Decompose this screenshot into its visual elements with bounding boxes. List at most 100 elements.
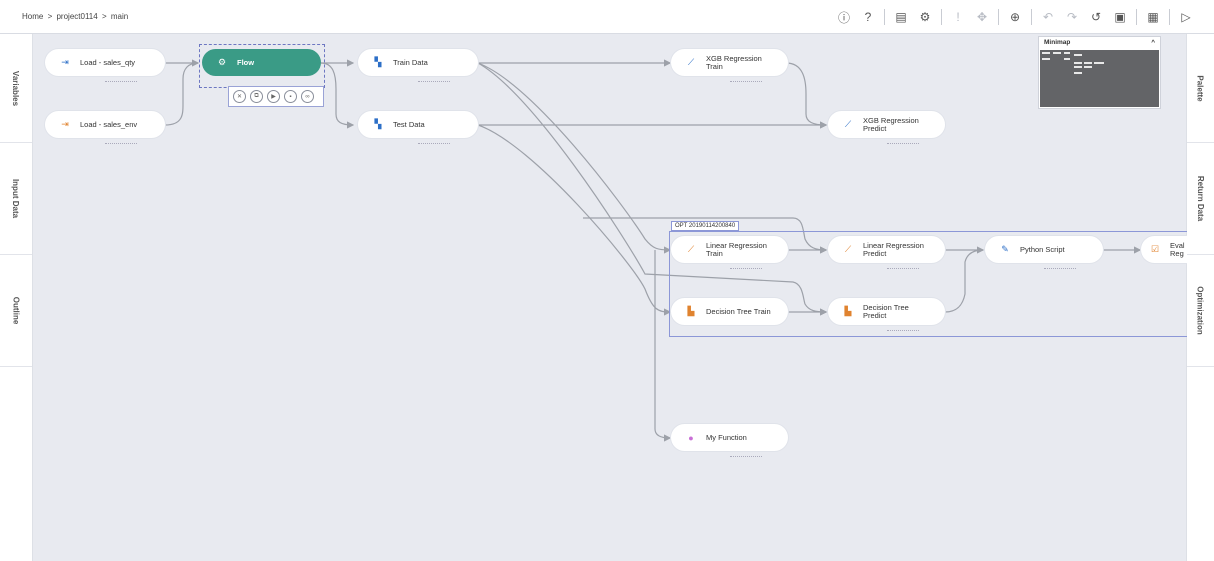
node-label: XGB Regression Train [706,55,762,70]
node-ports [105,143,137,144]
node-evaluate-regression[interactable]: ☑ Eval Reg [1141,236,1187,263]
node-label: Linear Regression Train [706,242,767,257]
edit-icon: ✎ [1001,244,1009,254]
calendar-icon[interactable]: ▦ [1141,8,1165,26]
tab-return-data[interactable]: Return Data [1187,142,1214,255]
validate-icon[interactable]: ! [946,8,970,26]
node-ports [418,143,450,144]
deploy-icon[interactable]: ⚙ [913,8,937,26]
minimap[interactable]: Minimap ^ [1038,36,1161,109]
optimization-group-label: OPT 20190114200840 [671,221,740,231]
breadcrumb-separator: > [47,12,53,21]
breadcrumb-home[interactable]: Home [22,12,43,21]
edge [320,62,355,129]
toolbar-divider [1136,9,1137,25]
minimap-node [1064,58,1070,60]
minimap-node [1053,52,1061,54]
minimap-node [1064,52,1070,54]
node-decision-tree-predict[interactable]: ▙ Decision Tree Predict [828,298,945,331]
edge [477,62,672,254]
breadcrumb-project[interactable]: project0114 [56,12,97,21]
split-icon: ▚ [374,57,382,67]
minimap-node [1084,62,1092,64]
node-label: Load - sales_env [80,119,138,129]
checklist-icon: ☑ [1150,244,1160,254]
delete-icon[interactable]: ✕ [233,90,246,103]
node-ports [1044,268,1076,269]
help-icon[interactable]: ? [856,8,880,26]
chart-icon: ⟋ [687,244,695,254]
info-icon[interactable]: ⓘ [832,8,856,26]
tab-input-data[interactable]: Input Data [0,142,32,255]
node-label: Decision Tree Predict [863,304,909,319]
tab-label: Outline [11,296,21,324]
minimap-node [1042,58,1050,60]
node-label-line: Train [706,61,723,71]
node-label: Eval Reg [1170,242,1185,257]
move-icon[interactable]: ✥ [970,8,994,26]
node-my-function[interactable]: ● My Function [671,424,788,457]
toolbar-divider [998,9,999,25]
minimap-viewport[interactable] [1040,50,1159,107]
zoom-icon[interactable]: ⊕ [1003,8,1027,26]
copy-icon[interactable]: ⧉ [250,90,263,103]
link-icon[interactable]: ∞ [301,90,314,103]
breadcrumb: Home > project0114 > main [22,12,130,21]
tab-label: Optimization [1196,285,1206,335]
node-label-line: Predict [863,310,887,320]
node-ports [886,143,919,144]
minimap-header: Minimap ^ [1039,37,1160,49]
node-label-line: Train [706,248,723,258]
tab-variables[interactable]: Variables [0,34,32,143]
import-icon: ⇥ [61,119,69,129]
node-train-data[interactable]: ▚ Train Data [358,49,478,82]
clipboard-icon[interactable]: ▣ [1108,8,1132,26]
tab-palette[interactable]: Palette [1187,34,1214,143]
node-xgb-regression-predict[interactable]: ⟋ XGB Regression Predict [828,111,945,144]
tab-label: Return Data [1196,175,1205,221]
node-ports [886,268,919,269]
node-label: Test Data [393,119,425,129]
node-label: Train Data [393,57,428,67]
node-ports [105,81,137,82]
toolbar-divider [941,9,942,25]
node-flow[interactable]: ⚙ Flow [202,49,321,76]
run-icon[interactable]: ▷ [1174,8,1198,26]
node-decision-tree-train[interactable]: ▙ Decision Tree Train [671,298,788,325]
node-label-line: Predict [863,248,887,258]
flow-canvas[interactable]: ⇥ Load - sales_qty ⇥ Load - sales_env ⚙ … [33,34,1187,561]
toolbar-divider [1031,9,1032,25]
user-icon: ● [688,432,694,443]
save-icon[interactable]: ▪ [284,90,297,103]
node-label-line: Reg [1170,248,1184,258]
undo-icon[interactable]: ↶ [1036,8,1060,26]
redo-icon[interactable]: ↷ [1060,8,1084,26]
chart-icon: ⟋ [687,57,695,67]
history-icon[interactable]: ↺ [1084,8,1108,26]
minimap-node [1074,66,1082,68]
node-label-line: Predict [863,123,887,133]
minimap-node [1084,66,1092,68]
notebook-icon[interactable]: ▤ [889,8,913,26]
node-linear-regression-predict[interactable]: ⟋ Linear Regression Predict [828,236,945,269]
node-load-sales-qty[interactable]: ⇥ Load - sales_qty [45,49,165,82]
tab-outline[interactable]: Outline [0,254,32,367]
chart-icon: ⟋ [844,119,852,129]
tree-icon: ▙ [844,306,852,316]
node-python-script[interactable]: ✎ Python Script [985,236,1103,269]
split-icon: ▚ [374,119,382,129]
node-linear-regression-train[interactable]: ⟋ Linear Regression Train [671,236,788,269]
tree-icon: ▙ [687,306,695,316]
node-ports [729,268,762,269]
play-icon[interactable]: ▶ [267,90,280,103]
node-load-sales-env[interactable]: ⇥ Load - sales_env [45,111,165,144]
node-test-data[interactable]: ▚ Test Data [358,111,478,144]
edge [785,62,828,129]
node-ports [886,330,919,331]
minimap-collapse-button[interactable]: ^ [1151,39,1155,47]
minimap-node [1042,52,1050,54]
node-xgb-regression-train[interactable]: ⟋ XGB Regression Train [671,49,788,82]
right-side-panel: Palette Return Data Optimization [1186,34,1214,561]
tab-optimization[interactable]: Optimization [1187,254,1214,367]
tab-label: Variables [11,70,21,106]
